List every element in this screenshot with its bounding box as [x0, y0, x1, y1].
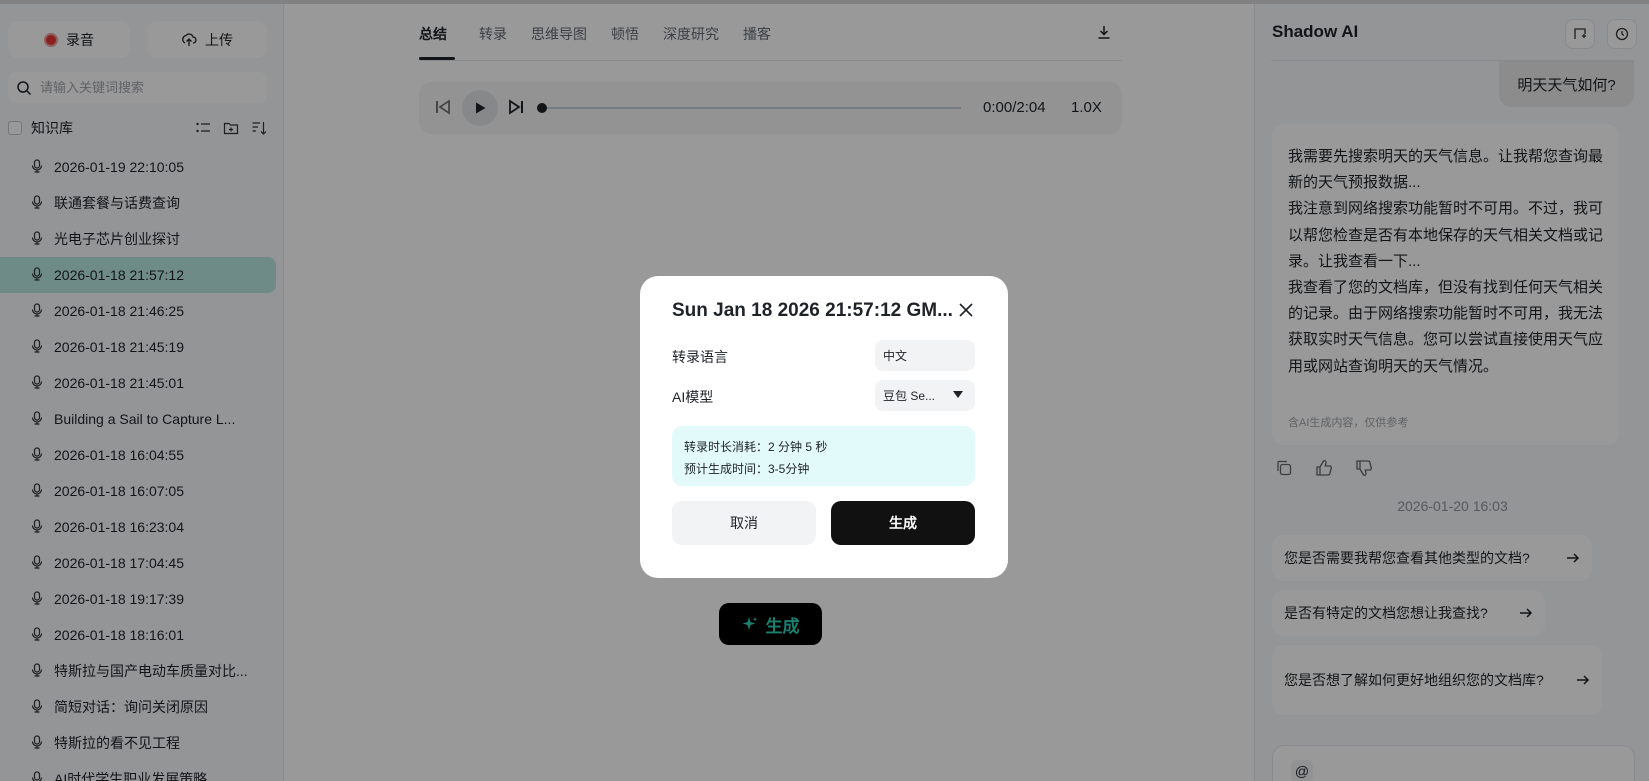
- model-select[interactable]: 豆包 Se...: [875, 380, 975, 411]
- generate-dialog: Sun Jan 18 2026 21:57:12 GM... 转录语言 中文 A…: [640, 276, 1008, 578]
- language-value: 中文: [883, 349, 908, 363]
- model-value: 豆包 Se...: [883, 389, 936, 403]
- model-label: AI模型: [672, 389, 714, 405]
- eta-info: 预计生成时间：3-5分钟: [684, 462, 810, 476]
- cancel-button[interactable]: 取消: [672, 501, 816, 545]
- dialog-title: Sun Jan 18 2026 21:57:12 GM...: [672, 300, 953, 321]
- language-label: 转录语言: [672, 349, 728, 365]
- usage-info: 转录时长消耗：2 分钟 5 秒 预计生成时间：3-5分钟: [672, 426, 975, 486]
- language-select[interactable]: 中文: [875, 340, 975, 371]
- confirm-generate-button[interactable]: 生成: [831, 501, 975, 545]
- dropdown-caret-icon: [953, 391, 963, 398]
- duration-info: 转录时长消耗：2 分钟 5 秒: [684, 440, 828, 454]
- close-icon[interactable]: [958, 302, 974, 318]
